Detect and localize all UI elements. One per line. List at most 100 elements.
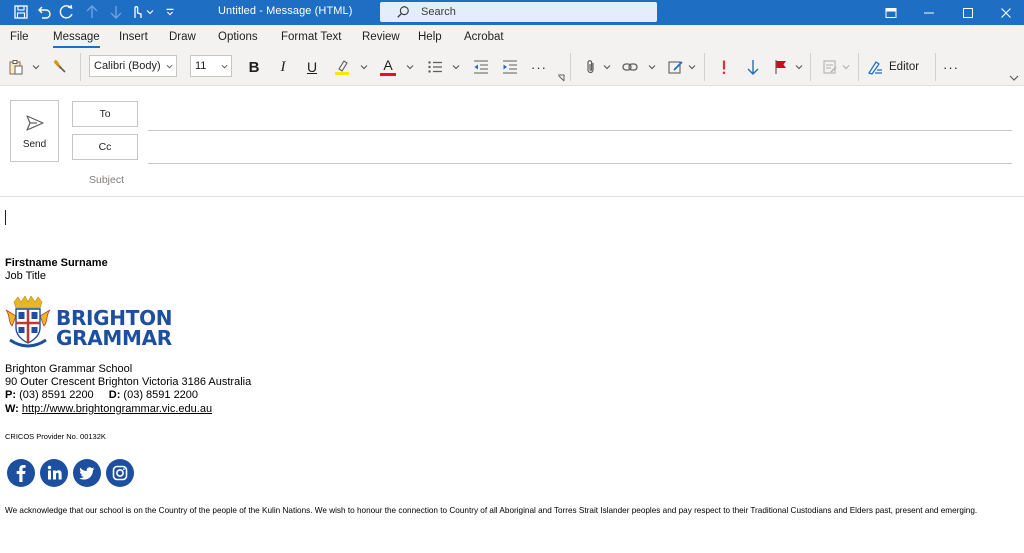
save-icon[interactable]: [12, 3, 30, 21]
bullets-dropdown-icon[interactable]: [452, 63, 460, 71]
highlight-icon[interactable]: [332, 57, 352, 77]
search-icon: [397, 6, 409, 18]
send-label: Send: [22, 138, 47, 150]
tab-options[interactable]: Options: [218, 31, 258, 43]
window-title: Untitled - Message (HTML): [218, 5, 353, 17]
tab-format-text[interactable]: Format Text: [281, 31, 342, 43]
link-dropdown-icon[interactable]: [648, 63, 656, 71]
editor-icon: [868, 61, 882, 75]
font-color-button[interactable]: A: [378, 57, 398, 77]
font-name-value: Calibri (Body): [94, 60, 161, 72]
phone-number: (03) 8591 2200: [19, 389, 94, 401]
twitter-icon[interactable]: [73, 459, 101, 487]
signature-job-title: Job Title: [5, 270, 46, 282]
bullets-icon[interactable]: [425, 57, 445, 77]
ribbon-toolbar: Calibri (Body) 11 B I U A ··· Editor ···: [0, 49, 1024, 86]
linkedin-icon[interactable]: [40, 459, 68, 487]
font-size-value: 11: [195, 60, 207, 72]
templates-dropdown-icon[interactable]: [842, 63, 850, 71]
signature-org: Brighton Grammar School: [5, 363, 133, 375]
send-button[interactable]: Send: [10, 100, 59, 162]
tab-file[interactable]: File: [10, 31, 29, 43]
undo-icon[interactable]: [35, 3, 53, 21]
website-link[interactable]: http://www.brightongrammar.vic.edu.au: [22, 403, 212, 415]
phone-label: P:: [5, 389, 16, 401]
ribbon-tabs: File Message Insert Draw Options Format …: [0, 25, 1024, 49]
up-arrow-icon[interactable]: [83, 3, 101, 21]
attach-dropdown-icon[interactable]: [603, 63, 611, 71]
redo-icon[interactable]: [58, 3, 76, 21]
separator: [570, 53, 571, 81]
separator: [858, 53, 859, 81]
signature-web: W: http://www.brightongrammar.vic.edu.au: [5, 403, 212, 415]
flag-icon[interactable]: [771, 57, 791, 77]
font-color-dropdown-icon[interactable]: [406, 63, 414, 71]
signature-dropdown-icon[interactable]: [688, 63, 696, 71]
to-button[interactable]: To: [72, 101, 138, 127]
chevron-down-icon: [166, 64, 173, 69]
italic-button[interactable]: I: [274, 57, 292, 77]
web-label: W:: [5, 403, 19, 415]
minimize-icon[interactable]: [910, 0, 948, 25]
tab-draw[interactable]: Draw: [169, 31, 196, 43]
low-importance-icon[interactable]: [743, 57, 763, 77]
customize-icon[interactable]: [163, 3, 177, 21]
editor-button[interactable]: Editor: [867, 57, 931, 77]
header-divider: [0, 196, 1024, 197]
more-options-button[interactable]: ···: [528, 57, 550, 77]
collapse-ribbon-icon[interactable]: [1009, 74, 1019, 82]
paste-dropdown-icon[interactable]: [32, 63, 40, 71]
cricos-number: CRICOS Provider No. 00132K: [5, 432, 106, 441]
increase-indent-icon[interactable]: [500, 57, 520, 77]
high-importance-icon[interactable]: [714, 57, 734, 77]
attach-file-icon[interactable]: [581, 57, 601, 77]
school-crest-icon: [5, 296, 51, 348]
link-icon[interactable]: [620, 57, 640, 77]
to-field[interactable]: [148, 130, 1012, 131]
direct-number: (03) 8591 2200: [123, 389, 199, 401]
title-bar: Untitled - Message (HTML) Search: [0, 0, 1024, 25]
tab-message[interactable]: Message: [53, 31, 100, 48]
facebook-icon[interactable]: [7, 459, 35, 487]
signature-icon[interactable]: [666, 57, 686, 77]
maximize-icon[interactable]: [949, 0, 987, 25]
subject-label: Subject: [89, 174, 125, 186]
search-placeholder: Search: [421, 6, 456, 18]
text-cursor[interactable]: [5, 210, 6, 225]
tab-acrobat[interactable]: Acrobat: [464, 31, 504, 43]
signature-address: 90 Outer Crescent Brighton Victoria 3186…: [5, 376, 252, 388]
tab-review[interactable]: Review: [362, 31, 400, 43]
separator: [80, 53, 81, 81]
font-color-glyph: A: [383, 57, 393, 73]
templates-icon[interactable]: [820, 57, 840, 77]
dialog-launcher-icon[interactable]: [557, 74, 565, 82]
highlight-dropdown-icon[interactable]: [360, 63, 368, 71]
signature-name: Firstname Surname: [5, 257, 108, 269]
chevron-down-icon: [221, 64, 228, 69]
ribbon-overflow-button[interactable]: ···: [940, 57, 962, 77]
separator: [704, 53, 705, 81]
tab-help[interactable]: Help: [418, 31, 442, 43]
decrease-indent-icon[interactable]: [471, 57, 491, 77]
send-icon: [25, 114, 44, 131]
editor-label: Editor: [889, 61, 920, 73]
down-arrow-icon[interactable]: [107, 3, 125, 21]
underline-button[interactable]: U: [303, 57, 321, 77]
font-size-select[interactable]: 11: [190, 55, 232, 77]
font-name-select[interactable]: Calibri (Body): [89, 55, 177, 77]
format-painter-icon[interactable]: [50, 57, 70, 77]
instagram-icon[interactable]: [106, 459, 134, 487]
cc-field[interactable]: [148, 163, 1012, 164]
bold-button[interactable]: B: [245, 57, 263, 77]
tab-insert[interactable]: Insert: [119, 31, 148, 43]
font-color-swatch: [380, 73, 396, 76]
logo-line-2: GRAMMAR: [56, 326, 172, 350]
chevron-down-icon[interactable]: [144, 3, 156, 21]
paste-icon[interactable]: [6, 57, 26, 77]
close-icon[interactable]: [987, 0, 1024, 25]
cc-button[interactable]: Cc: [72, 134, 138, 160]
search-box[interactable]: Search: [380, 2, 657, 22]
signature-phones: P: (03) 8591 2200 D: (03) 8591 2200: [5, 389, 198, 401]
ribbon-display-options-icon[interactable]: [872, 0, 910, 25]
flag-dropdown-icon[interactable]: [795, 63, 803, 71]
